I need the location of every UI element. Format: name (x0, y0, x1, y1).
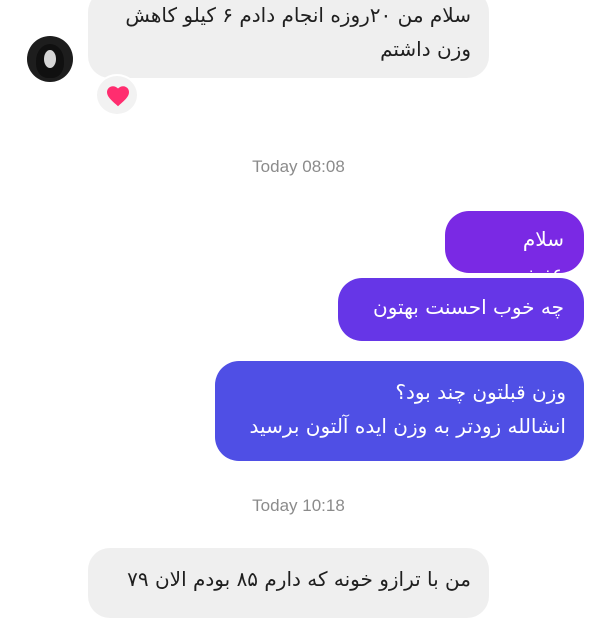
heart-icon (107, 86, 129, 107)
outgoing-message[interactable]: سلام عزیزم (445, 211, 584, 285)
outgoing-message[interactable]: چه خوب احسنت بهتون (338, 278, 584, 341)
outgoing-message[interactable]: وزن قبلتون چند بود؟ انشالله زودتر به وزن… (215, 361, 584, 461)
timestamp: Today 10:18 (252, 496, 345, 515)
avatar[interactable] (27, 36, 73, 82)
heart-reaction[interactable] (95, 74, 139, 116)
incoming-message[interactable]: من با ترازو خونه که دارم ۸۵ بودم الان ۷۹ (88, 548, 489, 618)
timestamp: Today 08:08 (252, 157, 345, 176)
incoming-message[interactable]: سلام من ۲۰روزه انجام دادم ۶ کیلو کاهش وز… (88, 0, 489, 78)
